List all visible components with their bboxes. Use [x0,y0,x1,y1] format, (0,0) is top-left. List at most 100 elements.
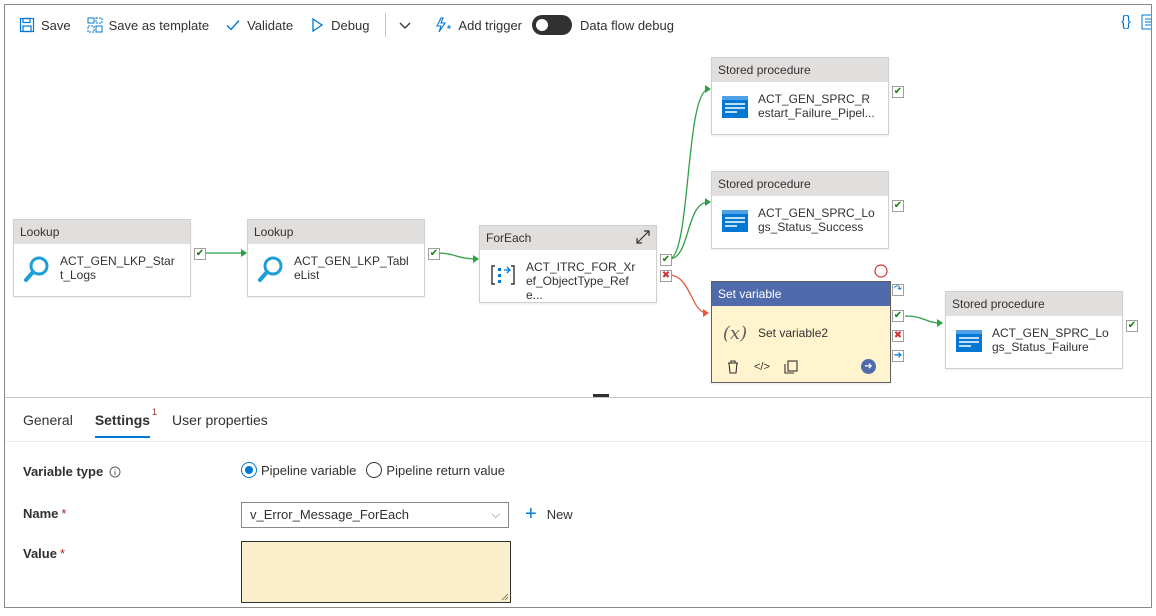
completion-port[interactable]: ➔ [892,350,904,362]
checkmark-icon [226,20,240,31]
splitter-grip[interactable] [593,394,609,397]
view-code-icon[interactable]: </> [754,361,770,373]
new-variable-button[interactable]: + New [525,504,573,524]
radio-selected-icon [241,462,257,478]
activity-name: ACT_GEN_LKP_TableList [294,254,409,282]
variable-type-row: Variable type [23,464,121,479]
activity-stored-procedure-success[interactable]: Stored procedure ACT_GEN_SPRC_Logs_Statu… [711,171,904,249]
activity-set-variable[interactable]: Set variable (x) Set variable2 </> ➜ ↷ ✔… [711,281,904,383]
tab-general[interactable]: General [23,398,73,442]
toggle-knob [536,19,549,31]
activity-type: Stored procedure [712,172,888,196]
save-icon [19,17,35,33]
save-as-template-label: Save as template [108,17,210,33]
success-port[interactable]: ✔ [892,310,904,322]
debug-button[interactable]: Debug [303,11,375,39]
required-marker: * [59,546,66,561]
breakpoint-circle [874,264,888,278]
debug-label: Debug [331,17,370,33]
activity-type: Lookup [248,220,424,244]
variable-name-dropdown[interactable]: v_Error_Message_ForEach ⌵ [241,502,509,528]
pipeline-canvas[interactable]: Lookup ACT_GEN_LKP_Start_Logs ✔ Lookup A… [5,45,1151,397]
save-label: Save [41,17,71,33]
validate-button[interactable]: Validate [219,11,299,39]
activity-name: ACT_GEN_SPRC_Restart_Failure_Pipel... [758,92,875,120]
radio-empty-icon [366,462,383,478]
failure-port[interactable]: ✖ [660,270,672,282]
tab-user-properties[interactable]: User properties [172,398,268,442]
link-setvariable-sp3 [904,315,942,324]
template-icon [87,17,103,33]
skip-port[interactable]: ↷ [892,284,904,296]
activity-lookup-tablelist[interactable]: Lookup ACT_GEN_LKP_TableList ✔ [247,219,440,297]
variable-icon: (x) [722,322,748,344]
more-options-dropdown[interactable] [392,11,424,39]
variable-name-value: v_Error_Message_ForEach [250,507,409,522]
activity-lookup-start-logs[interactable]: Lookup ACT_GEN_LKP_Start_Logs ✔ [13,219,206,297]
variable-type-options: Pipeline variable Pipeline return value [241,462,515,478]
toolbar-right: {} [1121,13,1151,30]
activity-stored-procedure-restart-failure[interactable]: Stored procedure ACT_GEN_SPRC_Restart_Fa… [711,57,904,135]
radio-label: Pipeline return value [386,462,505,478]
chevron-down-icon: ⌵ [491,509,500,521]
new-label: New [546,506,573,522]
add-trigger-label: Add trigger [458,17,523,33]
save-button[interactable]: Save [13,11,77,39]
activity-name: ACT_GEN_SPRC_Logs_Status_Failure [992,326,1109,354]
add-trigger-button[interactable]: Add trigger [428,11,528,39]
value-row: Value * [23,546,65,561]
data-flow-debug-toggle[interactable] [532,15,573,35]
required-marker: * [61,506,67,521]
value-label: Value [23,546,57,561]
name-row: Name * [23,506,66,521]
code-view-icon[interactable]: {} [1121,13,1131,30]
tab-settings[interactable]: Settings 1 [94,398,157,442]
failure-port[interactable]: ✖ [892,330,904,342]
activity-type: Stored procedure [712,58,888,82]
lookup-icon [22,254,52,284]
activity-stored-procedure-failure[interactable]: Stored procedure ACT_GEN_SPRC_Logs_Statu… [945,291,1138,369]
delete-icon[interactable] [726,360,740,374]
activity-foreach[interactable]: ForEach ACT_ITRC_FOR_Xref_ObjectType_Ref… [479,225,672,303]
resize-handle-icon[interactable] [501,593,509,601]
stored-procedure-icon [720,206,750,236]
toolbar: Save Save as template Validate Debug Add… [5,5,1151,45]
validate-label: Validate [247,17,294,33]
success-port[interactable]: ✔ [428,248,440,260]
data-flow-debug-label: Data flow debug [580,17,674,33]
link-foreach-sp1 [668,88,710,260]
save-as-template-button[interactable]: Save as template [81,11,215,39]
stored-procedure-icon [720,92,750,122]
activity-actions: </> [726,360,798,374]
lookup-icon [256,254,286,284]
navigate-icon[interactable]: ➜ [861,359,876,374]
value-input[interactable] [241,541,511,603]
name-label: Name [23,506,59,521]
properties-icon[interactable] [1141,14,1151,30]
plus-icon: + [525,503,537,525]
arrowhead [937,319,943,327]
activity-name: Set variable2 [758,326,829,340]
clone-icon[interactable] [784,360,798,374]
arrowhead [703,309,709,317]
link-lookup2-foreach [436,252,478,260]
variable-type-label: Variable type [23,464,104,479]
activity-type: ForEach [480,226,656,250]
success-port[interactable]: ✔ [892,200,904,212]
tab-label: User properties [172,412,268,428]
radio-label: Pipeline variable [261,462,357,478]
expand-icon[interactable] [636,230,650,244]
success-port[interactable]: ✔ [660,254,672,266]
info-icon[interactable] [109,466,121,478]
success-port[interactable]: ✔ [892,86,904,98]
stored-procedure-icon [954,326,984,356]
radio-pipeline-return-value[interactable]: Pipeline return value [366,462,505,478]
activity-name: ACT_GEN_LKP_Start_Logs [60,254,175,282]
success-port[interactable]: ✔ [194,248,206,260]
radio-pipeline-variable[interactable]: Pipeline variable [241,462,356,478]
activity-name: ACT_ITRC_FOR_Xref_ObjectType_Refe... [526,260,636,302]
tab-label: Settings [94,412,151,428]
success-port[interactable]: ✔ [1126,320,1138,332]
tab-label: General [23,412,73,428]
link-foreach-sp2 [668,201,710,260]
